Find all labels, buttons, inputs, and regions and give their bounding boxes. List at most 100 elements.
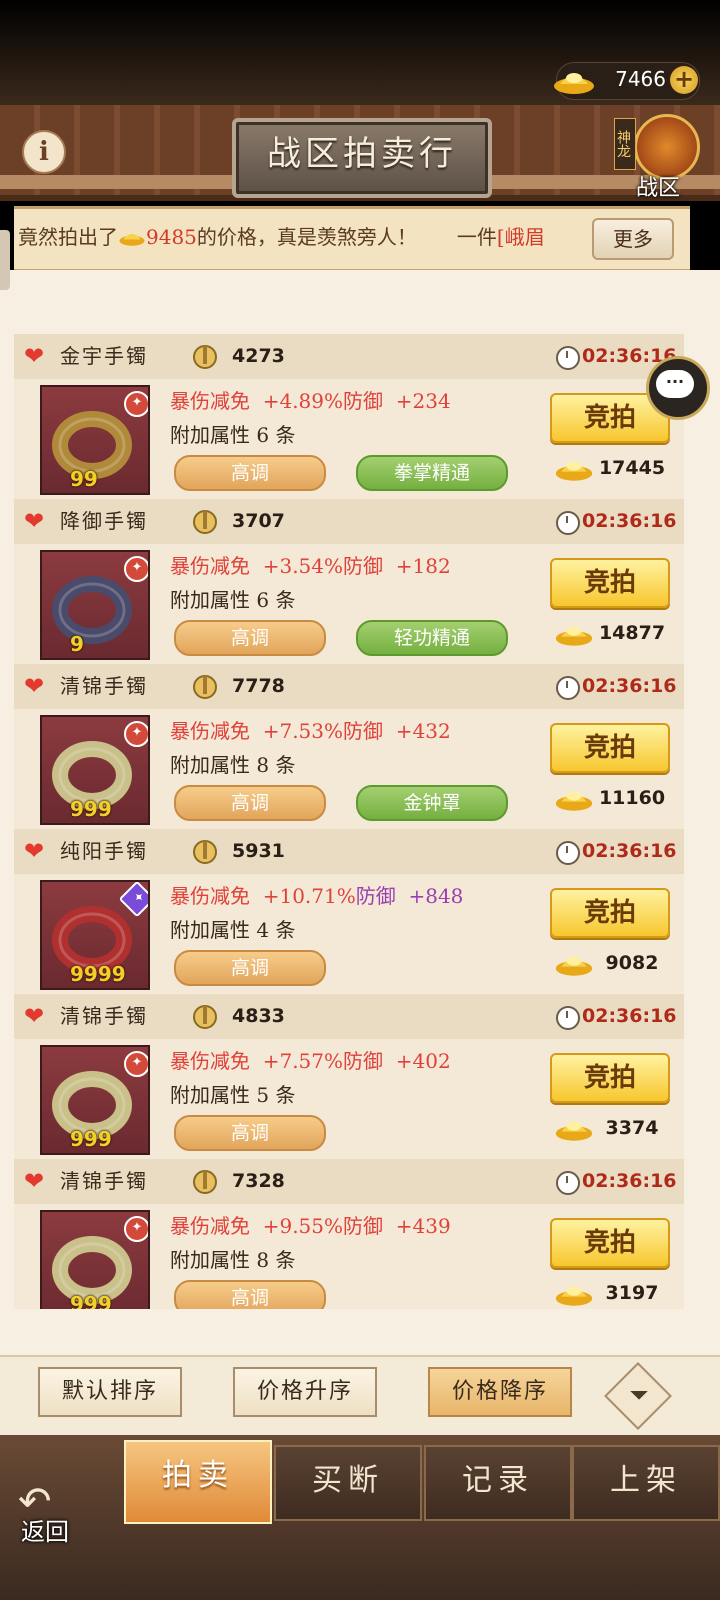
tab-auction[interactable]: 拍卖 (124, 1440, 272, 1524)
clock-icon (556, 1171, 580, 1195)
item-name: 清锦手镯 (60, 1169, 148, 1193)
medal-icon (193, 1170, 217, 1194)
item-extra-attrs: 附加属性 8 条 (170, 1248, 296, 1272)
side-handle[interactable] (0, 230, 10, 290)
medal-icon (193, 840, 217, 864)
quality-badge-icon: ✦ (124, 1051, 148, 1077)
item-score: 4273 (232, 345, 285, 367)
clock-icon (556, 841, 580, 865)
item-price: 11160 (598, 787, 666, 809)
bid-button[interactable]: 竞拍 (550, 723, 670, 773)
item-timer: 02:36:16 (582, 510, 677, 532)
quality-badge-icon: ✦ (124, 1216, 148, 1242)
quality-badge-icon: ✦ (124, 556, 148, 582)
item-header: ❤ 降御手镯 3707 02:36:16 (14, 499, 684, 544)
item-level: 9 (70, 632, 84, 656)
item-thumbnail[interactable]: ✦ 999 (40, 1210, 150, 1309)
zone-tag: 神龙 (614, 118, 636, 170)
item-thumbnail[interactable]: ✦ 999 (40, 715, 150, 825)
bid-button[interactable]: 竞拍 (550, 1053, 670, 1103)
tag-skill: 金钟罩 (356, 785, 508, 821)
medal-icon (193, 675, 217, 699)
clock-icon (556, 676, 580, 700)
auction-item[interactable]: ❤ 降御手镯 3707 02:36:16 ✦ 9 暴伤减免 +3.54%防御 +… (14, 499, 684, 664)
favorite-heart-icon[interactable]: ❤ (24, 509, 48, 533)
favorite-heart-icon[interactable]: ❤ (24, 1169, 48, 1193)
gold-ingot-icon (555, 461, 593, 481)
item-stats: 暴伤减免 +7.53%防御 +432 (170, 719, 451, 743)
sort-default-button[interactable]: 默认排序 (38, 1367, 182, 1417)
item-thumbnail[interactable]: ✦ 99 (40, 385, 150, 495)
auction-item[interactable]: ❤ 金宇手镯 4273 02:36:16 ✦ 99 暴伤减免 +4.89%防御 … (14, 334, 684, 499)
favorite-heart-icon[interactable]: ❤ (24, 344, 48, 368)
item-body: ✦ 99 暴伤减免 +4.89%防御 +234 附加属性 6 条 高调 拳掌精通… (14, 379, 684, 499)
item-level: 9999 (70, 962, 126, 986)
item-extra-attrs: 附加属性 8 条 (170, 753, 296, 777)
bid-button[interactable]: 竞拍 (550, 888, 670, 938)
more-button[interactable]: 更多 (592, 218, 674, 260)
item-header: ❤ 清锦手镯 4833 02:36:16 (14, 994, 684, 1039)
announcement-text: 竟然拍出了 9485的价格，真是羡煞旁人！ 一件[峨眉 (18, 225, 545, 249)
item-name: 金宇手镯 (60, 344, 148, 368)
tab-buyout[interactable]: 买断 (274, 1445, 422, 1521)
medal-icon (193, 1005, 217, 1029)
item-body: ✦ 999 暴伤减免 +7.57%防御 +402 附加属性 5 条 高调 竞拍 … (14, 1039, 684, 1159)
item-price: 9082 (605, 952, 659, 974)
item-extra-attrs: 附加属性 5 条 (170, 1083, 296, 1107)
favorite-heart-icon[interactable]: ❤ (24, 1004, 48, 1028)
tag-flashy: 高调 (174, 455, 326, 491)
item-timer: 02:36:16 (582, 840, 677, 862)
item-body: ✦ 999 暴伤减免 +7.53%防御 +432 附加属性 8 条 高调 金钟罩… (14, 709, 684, 829)
gold-amount: 7466 (615, 67, 666, 91)
tag-flashy: 高调 (174, 1115, 326, 1151)
item-thumbnail[interactable]: ✦ 9 (40, 550, 150, 660)
quality-badge-icon: ✦ (124, 391, 148, 417)
clock-icon (556, 346, 580, 370)
item-score: 7778 (232, 675, 285, 697)
tag-flashy: 高调 (174, 950, 326, 986)
item-name: 纯阳手镯 (60, 839, 148, 863)
sort-price-asc-button[interactable]: 价格升序 (233, 1367, 377, 1417)
favorite-heart-icon[interactable]: ❤ (24, 674, 48, 698)
gold-ingot-icon (555, 1121, 593, 1141)
tab-list-item[interactable]: 上架 (572, 1445, 720, 1521)
item-name: 清锦手镯 (60, 1004, 148, 1028)
item-level: 99 (70, 467, 98, 491)
item-thumbnail[interactable]: ✦ 9999 (40, 880, 150, 990)
item-score: 4833 (232, 1005, 285, 1027)
item-extra-attrs: 附加属性 6 条 (170, 588, 296, 612)
item-body: ✦ 999 暴伤减免 +9.55%防御 +439 附加属性 8 条 高调 竞拍 … (14, 1204, 684, 1309)
favorite-heart-icon[interactable]: ❤ (24, 839, 48, 863)
auction-item[interactable]: ❤ 清锦手镯 7328 02:36:16 ✦ 999 暴伤减免 +9.55%防御… (14, 1159, 684, 1309)
tab-records[interactable]: 记录 (424, 1445, 572, 1521)
item-stats: 暴伤减免 +3.54%防御 +182 (170, 554, 451, 578)
tag-skill: 轻功精通 (356, 620, 508, 656)
gold-ingot-icon (555, 956, 593, 976)
auction-item[interactable]: ❤ 清锦手镯 4833 02:36:16 ✦ 999 暴伤减免 +7.57%防御… (14, 994, 684, 1159)
item-score: 7328 (232, 1170, 285, 1192)
clock-icon (556, 1006, 580, 1030)
gold-ingot-icon (555, 1286, 593, 1306)
clock-icon (556, 511, 580, 535)
gold-ingot-icon (555, 626, 593, 646)
item-extra-attrs: 附加属性 4 条 (170, 918, 296, 942)
back-button[interactable]: 返回 (10, 1512, 80, 1546)
item-header: ❤ 纯阳手镯 5931 02:36:16 (14, 829, 684, 874)
item-stats: 暴伤减免 +7.57%防御 +402 (170, 1049, 451, 1073)
item-body: ✦ 9 暴伤减免 +3.54%防御 +182 附加属性 6 条 高调 轻功精通 … (14, 544, 684, 664)
add-gold-button[interactable]: + (670, 66, 698, 94)
info-button[interactable]: i (22, 130, 66, 174)
medal-icon (193, 345, 217, 369)
auction-item[interactable]: ❤ 纯阳手镯 5931 02:36:16 ✦ 9999 暴伤减免 +10.71%… (14, 829, 684, 994)
gold-ingot-icon (119, 233, 145, 246)
item-level: 999 (70, 1292, 112, 1309)
item-level: 999 (70, 1127, 112, 1151)
gold-ingot-icon (555, 791, 593, 811)
bid-button[interactable]: 竞拍 (550, 1218, 670, 1268)
auction-list[interactable]: ❤ 金宇手镯 4273 02:36:16 ✦ 99 暴伤减免 +4.89%防御 … (14, 334, 684, 1309)
tag-flashy: 高调 (174, 620, 326, 656)
auction-item[interactable]: ❤ 清锦手镯 7778 02:36:16 ✦ 999 暴伤减免 +7.53%防御… (14, 664, 684, 829)
item-thumbnail[interactable]: ✦ 999 (40, 1045, 150, 1155)
sort-price-desc-button[interactable]: 价格降序 (428, 1367, 572, 1417)
bid-button[interactable]: 竞拍 (550, 558, 670, 608)
